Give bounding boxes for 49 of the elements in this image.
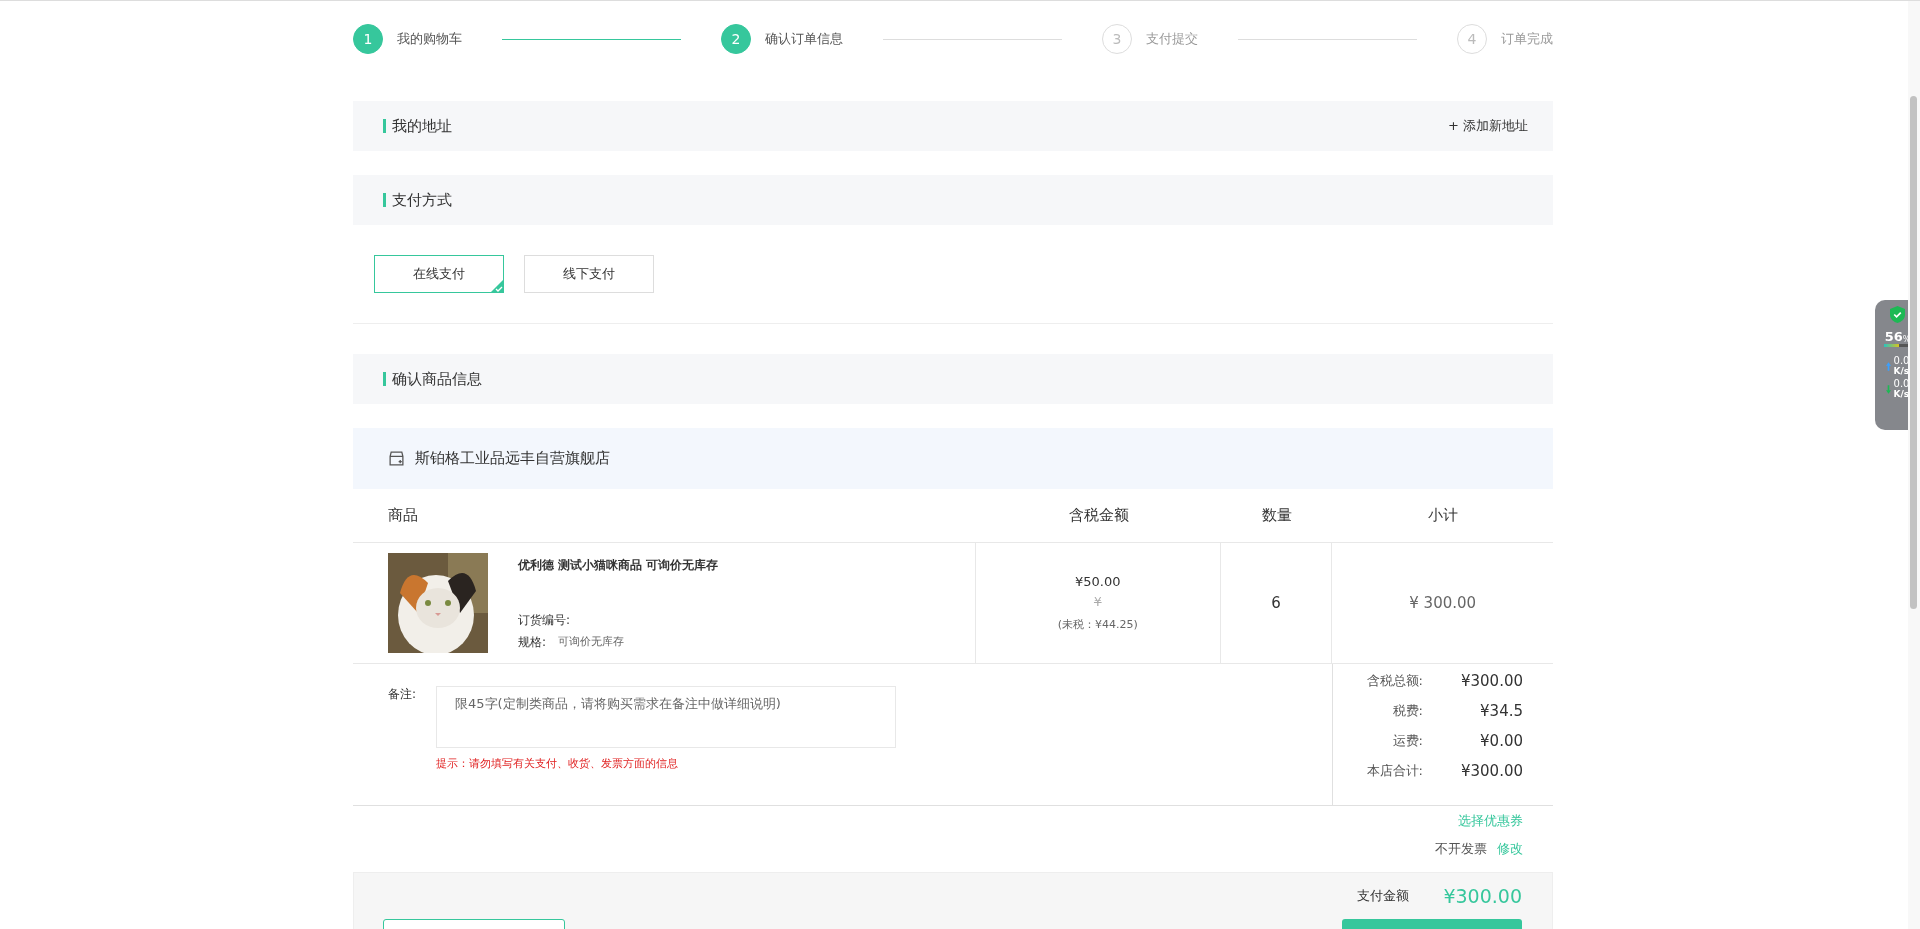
- scrollbar-thumb[interactable]: [1910, 96, 1917, 609]
- summary-label: 本店合计:: [1365, 762, 1423, 780]
- remark-field[interactable]: 限45字(定制类商品，请将购买需求在备注中做详细说明): [436, 686, 897, 748]
- summary-value: ¥300.00: [1459, 762, 1523, 780]
- original-price: ¥: [1093, 595, 1102, 609]
- shop-name: 斯铂格工业品远丰自营旗舰店: [415, 449, 610, 468]
- speed-unit: K/s: [1893, 366, 1910, 376]
- summary-value: ¥34.5: [1479, 702, 1523, 720]
- usage-percent: 56: [1884, 329, 1903, 344]
- column-header: 含税金额: [1068, 506, 1130, 525]
- step-number: 1: [353, 24, 383, 54]
- product-name: 优利德 测试小猫咪商品 可询价无库存: [518, 557, 719, 574]
- price: ¥50.00: [1075, 574, 1121, 589]
- payment-option[interactable]: 线下支付: [524, 255, 654, 293]
- quantity: 6: [1271, 594, 1281, 612]
- pay-total-amount: ¥300.00: [1443, 885, 1522, 907]
- speed-unit: K/s: [1893, 389, 1910, 399]
- step-label: 我的购物车: [397, 30, 462, 48]
- check-corner-icon: [490, 279, 504, 293]
- summary-label: 运费:: [1391, 732, 1423, 750]
- add-address-link[interactable]: + 添加新地址: [1447, 117, 1528, 135]
- order-number-label: 订货编号:: [518, 612, 572, 629]
- section-title: 支付方式: [383, 193, 452, 207]
- invoice-status: 不开发票: [1435, 840, 1487, 858]
- store-icon: [388, 450, 405, 467]
- step-label: 支付提交: [1146, 30, 1198, 48]
- section-title: 我的地址: [383, 119, 452, 133]
- spec-value: 可询价无库存: [558, 634, 625, 650]
- spec-label: 规格:: [518, 634, 547, 651]
- upload-arrow-icon: [1885, 361, 1891, 371]
- download-arrow-icon: [1885, 384, 1891, 394]
- summary-label: 税费:: [1391, 702, 1423, 720]
- pay-total-label: 支付金额: [1357, 887, 1410, 905]
- column-header: 小计: [1426, 506, 1459, 525]
- step-label: 订单完成: [1501, 30, 1553, 48]
- summary-value: ¥300.00: [1459, 672, 1523, 690]
- column-header: 数量: [1260, 506, 1293, 525]
- remark-hint: 提示：请勿填写有关支付、收货、发票方面的信息: [436, 756, 680, 771]
- summary-value: ¥0.00: [1479, 732, 1523, 750]
- subtotal: ¥ 300.00: [1409, 594, 1477, 612]
- summary-label: 含税总额:: [1365, 672, 1423, 690]
- section-title: 确认商品信息: [383, 372, 482, 386]
- pretax-price: (未税：¥44.25): [1057, 617, 1138, 632]
- step-label: 确认订单信息: [765, 30, 843, 48]
- payment-option[interactable]: 在线支付: [374, 255, 504, 293]
- step-number: 2: [721, 24, 751, 54]
- shield-check-icon: [1890, 306, 1905, 323]
- column-header: 商品: [387, 506, 419, 525]
- remark-label: 备注:: [388, 686, 417, 703]
